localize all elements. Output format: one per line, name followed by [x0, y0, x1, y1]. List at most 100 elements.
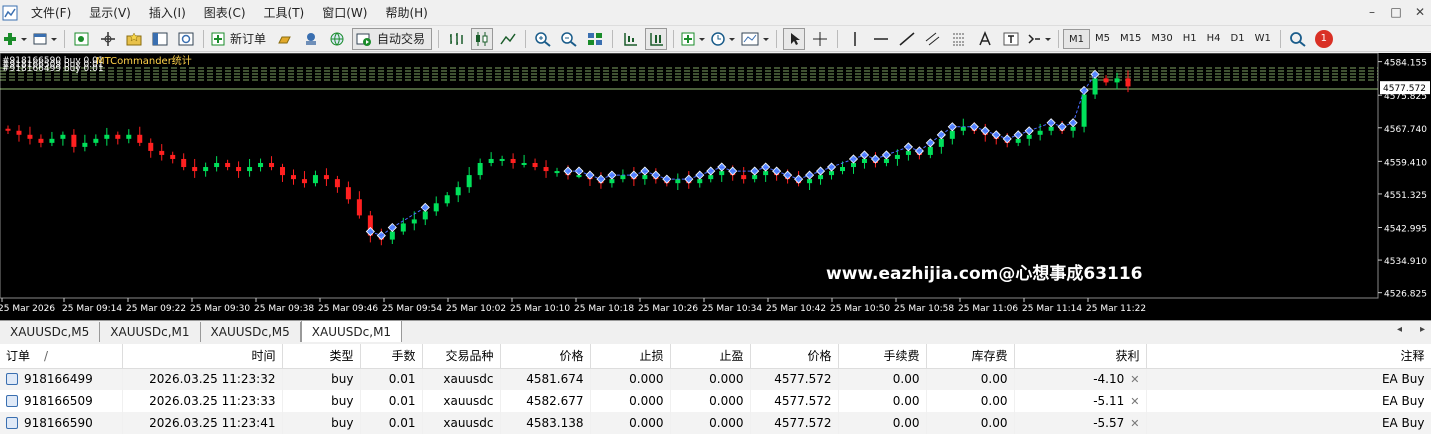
- auto-trading-button[interactable]: 自动交易: [352, 27, 433, 50]
- candle-body: [60, 134, 66, 139]
- close-order-icon[interactable]: ✕: [1130, 395, 1139, 408]
- auto-scroll-button[interactable]: [645, 27, 668, 50]
- bar-chart-button[interactable]: [445, 28, 467, 50]
- column-header-12[interactable]: 注释: [1146, 344, 1431, 369]
- search-button[interactable]: [1287, 28, 1309, 50]
- candle-body: [554, 171, 560, 174]
- notifications-button[interactable]: 1: [1313, 28, 1335, 50]
- line-chart-button[interactable]: [497, 28, 519, 50]
- table-row[interactable]: 918166509 2026.03.25 11:23:33 buy 0.01 xauus…: [0, 390, 1431, 412]
- cell-value: EA Buy: [1381, 394, 1425, 408]
- cell-value: 0.01: [388, 416, 416, 430]
- table-cell: 2026.03.25 11:23:33: [122, 390, 283, 412]
- table-cell: 0.000: [670, 368, 751, 390]
- close-order-icon[interactable]: ✕: [1130, 417, 1139, 430]
- column-header-9[interactable]: 手续费: [838, 344, 927, 369]
- bar-chart-icon: [450, 32, 463, 45]
- arrows-button[interactable]: [1026, 28, 1052, 50]
- menu-item-2[interactable]: 插入(I): [140, 0, 195, 26]
- fibonacci-button[interactable]: [948, 28, 970, 50]
- vertical-line-button[interactable]: [844, 28, 866, 50]
- chart-tab-1[interactable]: XAUUSDc,M1: [100, 322, 201, 342]
- restore-icon[interactable]: □: [1389, 5, 1403, 19]
- new-order-button[interactable]: 新订单: [210, 28, 270, 50]
- column-header-2[interactable]: 类型: [282, 344, 361, 369]
- menu-item-0[interactable]: 文件(F): [22, 0, 80, 26]
- column-header-8[interactable]: 价格: [750, 344, 839, 369]
- timeframe-button-d1[interactable]: D1: [1226, 29, 1250, 49]
- column-header-3[interactable]: 手数: [360, 344, 423, 369]
- column-header-0[interactable]: 订单 /: [0, 344, 123, 369]
- horizontal-line-button[interactable]: [870, 28, 892, 50]
- table-cell: 918166499: [0, 368, 123, 390]
- cell-value: -4.10: [1093, 372, 1125, 387]
- column-header-6[interactable]: 止损: [590, 344, 671, 369]
- text-button[interactable]: [974, 28, 996, 50]
- column-header-7[interactable]: 止盈: [670, 344, 751, 369]
- column-header-11[interactable]: 获利: [1014, 344, 1147, 369]
- price-chart[interactable]: 4584.155 4575.825 4567.740 4559.410 4551.325…: [0, 53, 1431, 320]
- menu-item-1[interactable]: 显示(V): [80, 0, 140, 26]
- channel-button[interactable]: [922, 28, 944, 50]
- mql5-market-button[interactable]: [326, 28, 348, 50]
- navigator-button[interactable]: [149, 28, 171, 50]
- strategy-tester-button[interactable]: [175, 28, 197, 50]
- periods-button[interactable]: [710, 28, 736, 50]
- new-chart-button[interactable]: [2, 28, 28, 50]
- table-row[interactable]: 918166499 2026.03.25 11:23:32 buy 0.01 xauus…: [0, 368, 1431, 390]
- candlestick-button[interactable]: [471, 27, 494, 50]
- candle-body: [104, 134, 110, 139]
- trend-line-button[interactable]: [896, 28, 918, 50]
- chart-tab-3[interactable]: XAUUSDc,M1: [300, 320, 403, 342]
- tile-windows-button[interactable]: [584, 28, 606, 50]
- table-row[interactable]: 918166590 2026.03.25 11:23:41 buy 0.01 xauus…: [0, 412, 1431, 434]
- menu-item-5[interactable]: 窗口(W): [313, 0, 376, 26]
- order-icon: [6, 373, 18, 386]
- signals-button[interactable]: [300, 28, 322, 50]
- candle-body: [609, 179, 615, 184]
- column-header-1[interactable]: 时间: [122, 344, 283, 369]
- strategy-tester-icon: [178, 32, 194, 45]
- candle-body: [280, 167, 286, 176]
- column-header-4[interactable]: 交易品种: [422, 344, 501, 369]
- candlestick-chart[interactable]: 4584.1554575.8254567.7404559.4104551.325…: [0, 53, 1431, 320]
- close-order-icon[interactable]: ✕: [1130, 373, 1139, 386]
- timeframe-button-m15[interactable]: M15: [1115, 29, 1146, 49]
- profiles-button[interactable]: [32, 28, 58, 50]
- close-icon[interactable]: ✕: [1413, 5, 1427, 19]
- table-cell: 0.00: [926, 412, 1015, 434]
- zoom-out-icon: [561, 31, 577, 47]
- timeframe-button-h4[interactable]: H4: [1202, 29, 1226, 49]
- chart-shift-button[interactable]: [619, 28, 641, 50]
- cell-value: 0.00: [892, 394, 920, 408]
- timeframe-button-m1[interactable]: M1: [1063, 28, 1091, 49]
- text-label-button[interactable]: [1000, 28, 1022, 50]
- cell-value: buy: [331, 372, 354, 387]
- menu-item-6[interactable]: 帮助(H): [376, 0, 436, 26]
- minimize-icon[interactable]: –: [1365, 5, 1379, 19]
- cursor-button[interactable]: [783, 27, 806, 50]
- timeframe-button-w1[interactable]: W1: [1250, 29, 1276, 49]
- chart-tab-2[interactable]: XAUUSDc,M5: [201, 322, 301, 342]
- tab-scroll-left-icon[interactable]: ◂: [1397, 324, 1402, 335]
- gold-button[interactable]: [274, 28, 296, 50]
- zoom-out-button[interactable]: [558, 28, 580, 50]
- timeframe-button-m5[interactable]: M5: [1090, 29, 1115, 49]
- tab-scroll-right-icon[interactable]: ▸: [1420, 324, 1425, 335]
- crosshair-button[interactable]: [97, 28, 119, 50]
- timeframe-button-h1[interactable]: H1: [1178, 29, 1202, 49]
- crosshair-tool-button[interactable]: [809, 28, 831, 50]
- timeframe-button-m30[interactable]: M30: [1146, 29, 1177, 49]
- menu-item-3[interactable]: 图表(C): [195, 0, 255, 26]
- market-watch-button[interactable]: [71, 28, 93, 50]
- chart-tab-0[interactable]: XAUUSDc,M5: [0, 322, 101, 342]
- column-header-10[interactable]: 库存费: [926, 344, 1015, 369]
- templates-button[interactable]: [740, 28, 770, 50]
- indicators-button[interactable]: [680, 28, 706, 50]
- new-order-label: 新订单: [230, 32, 267, 46]
- cell-value: 0.00: [892, 372, 920, 387]
- zoom-in-button[interactable]: [532, 28, 554, 50]
- menu-item-4[interactable]: 工具(T): [255, 0, 314, 26]
- favorites-button[interactable]: [123, 28, 145, 50]
- column-header-5[interactable]: 价格: [500, 344, 591, 369]
